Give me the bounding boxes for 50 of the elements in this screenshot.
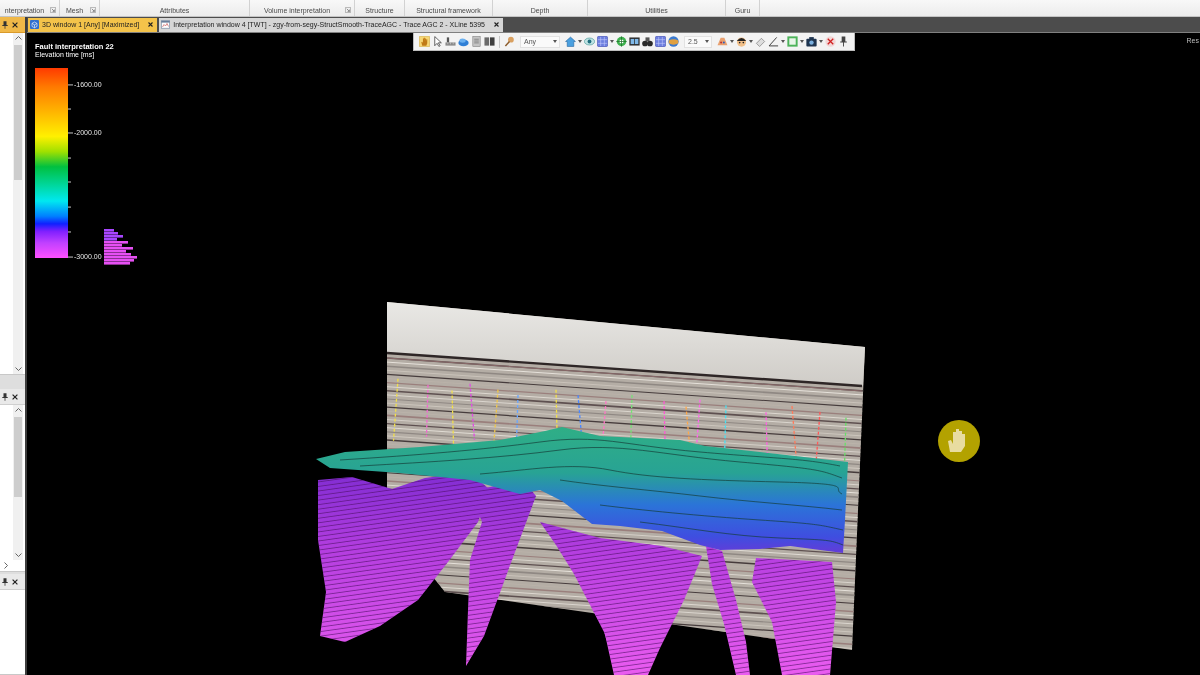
close-icon[interactable] [12, 21, 18, 28]
pin-icon[interactable] [838, 36, 849, 47]
caret-icon[interactable] [705, 40, 709, 43]
pin-icon[interactable] [2, 577, 8, 586]
crosshair-icon[interactable] [616, 36, 627, 47]
close-icon[interactable] [494, 22, 499, 27]
caret-icon[interactable] [781, 40, 785, 43]
scrollbar[interactable] [13, 405, 23, 560]
ruler-icon[interactable] [445, 36, 456, 47]
caret-icon[interactable] [730, 40, 734, 43]
pin-icon[interactable] [2, 20, 8, 29]
chevron-right-icon[interactable] [4, 562, 8, 569]
angle-icon[interactable] [768, 36, 779, 47]
close-icon[interactable] [12, 578, 18, 585]
chevron-down-icon[interactable] [14, 367, 22, 371]
scrollbar-thumb[interactable] [14, 417, 22, 497]
window-icon [161, 20, 171, 29]
film-icon[interactable] [629, 36, 640, 47]
cube-icon [30, 20, 39, 29]
caret-icon[interactable] [819, 40, 823, 43]
caret-icon[interactable] [800, 40, 804, 43]
cross-circle-icon[interactable] [825, 36, 836, 47]
scrollbar[interactable] [13, 33, 23, 374]
dialog-launcher-icon[interactable] [50, 7, 56, 13]
chevron-down-icon[interactable] [14, 553, 22, 557]
hand-cursor-icon [938, 420, 980, 462]
caret-icon[interactable] [578, 40, 582, 43]
pointer-icon[interactable] [432, 36, 443, 47]
histogram-drawing [104, 229, 137, 265]
globe-icon[interactable] [668, 36, 679, 47]
close-icon[interactable] [148, 22, 154, 27]
palette-icon[interactable] [717, 36, 728, 47]
blocks-icon[interactable] [484, 36, 495, 47]
brush-icon[interactable] [504, 36, 515, 47]
binoculars-icon[interactable] [642, 36, 653, 47]
dialog-launcher-icon[interactable] [90, 7, 96, 13]
caret-icon[interactable] [749, 40, 753, 43]
home-icon[interactable] [565, 36, 576, 47]
caret-icon[interactable] [553, 40, 557, 43]
eye-icon[interactable] [584, 36, 595, 47]
close-icon[interactable] [12, 393, 18, 400]
scrollbar-thumb[interactable] [14, 45, 22, 180]
chevron-up-icon[interactable] [14, 36, 22, 40]
pin-icon[interactable] [2, 392, 8, 401]
chevron-up-icon[interactable] [14, 408, 22, 412]
person-icon[interactable] [736, 36, 747, 47]
cloud-icon[interactable] [458, 36, 469, 47]
camera-icon[interactable] [806, 36, 817, 47]
caret-icon[interactable] [610, 40, 614, 43]
dialog-launcher-icon[interactable] [345, 7, 351, 13]
